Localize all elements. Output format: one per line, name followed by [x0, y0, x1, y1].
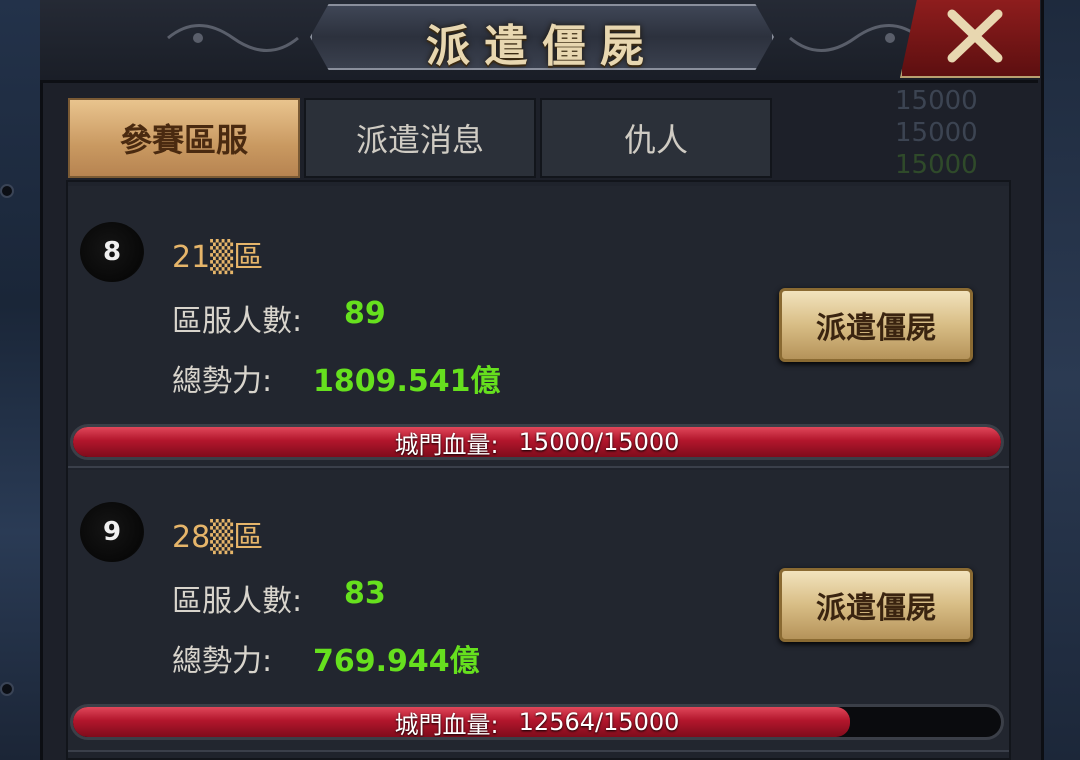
close-x-icon[interactable] — [940, 4, 1010, 68]
rank-badge: 9 — [80, 502, 144, 562]
gate-hp-bar: 城門血量: 15000/15000 — [70, 424, 1004, 460]
power-value: 769.944億 — [313, 644, 480, 679]
gate-hp-label: 城門血量: — [394, 710, 499, 739]
title-plate: 派遣僵屍 — [310, 4, 774, 70]
dispatch-zombie-button[interactable]: 派遣僵屍 — [779, 568, 973, 642]
background-value: 15000 — [895, 86, 978, 116]
ornament-icon — [167, 24, 299, 52]
members-label: 區服人數: — [172, 304, 303, 339]
background-value: 15000 — [895, 150, 978, 180]
members-value: 83 — [344, 576, 386, 611]
tab-enemies[interactable]: 仇人 — [540, 98, 772, 178]
gate-hp-bar: 城門血量: 12564/15000 — [70, 704, 1004, 740]
members-label: 區服人數: — [172, 584, 303, 619]
rail-node — [0, 682, 14, 696]
rail-node — [0, 184, 14, 198]
gate-hp-text: 城門血量: 12564/15000 — [73, 707, 1001, 737]
gate-hp-label: 城門血量: — [394, 430, 499, 459]
dispatch-zombie-button[interactable]: 派遣僵屍 — [779, 288, 973, 362]
members-value: 89 — [344, 296, 386, 331]
background-scene-left — [0, 0, 40, 760]
power-value: 1809.541億 — [313, 364, 501, 399]
gate-hp-text: 城門血量: 15000/15000 — [73, 427, 1001, 457]
page-title: 派遣僵屍 — [426, 21, 658, 72]
gate-hp-value: 12564/15000 — [518, 708, 680, 736]
power-label: 總勢力: — [172, 644, 273, 679]
gate-hp-value: 15000/15000 — [518, 428, 680, 456]
server-name: 28▒區 — [172, 520, 264, 555]
rank-badge: 8 — [80, 222, 144, 282]
tab-participating-servers[interactable]: 參賽區服 — [68, 98, 300, 178]
background-value: 15000 — [895, 118, 978, 148]
tab-dispatch-messages[interactable]: 派遣消息 — [304, 98, 536, 178]
background-scene-right — [1038, 0, 1080, 760]
server-name: 21▒區 — [172, 240, 264, 275]
power-label: 總勢力: — [172, 364, 273, 399]
